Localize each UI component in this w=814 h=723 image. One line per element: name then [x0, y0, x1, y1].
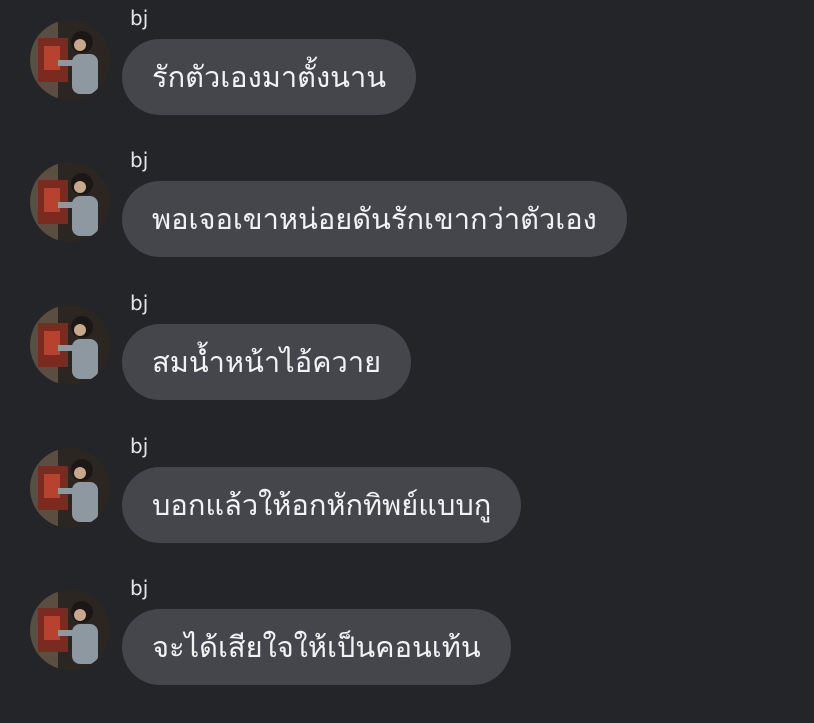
message-bubble[interactable]: จะได้เสียใจให้เป็นคอนเท้น: [122, 609, 511, 685]
sender-name: bj: [130, 434, 149, 458]
message-row: bj บอกแล้วให้อกหักทิพย์แบบกู: [0, 434, 814, 568]
sender-name: bj: [130, 6, 149, 30]
chat-thread: bj รักตัวเองมาตั้งนาน bj พอเจอเขาหน่อยดั…: [0, 0, 814, 723]
message-row: bj จะได้เสียใจให้เป็นคอนเท้น: [0, 576, 814, 710]
message-bubble[interactable]: สมน้ำหน้าไอ้ควาย: [122, 324, 412, 400]
avatar[interactable]: [30, 590, 110, 670]
message-bubble[interactable]: พอเจอเขาหน่อยดันรักเขากว่าตัวเอง: [122, 181, 627, 257]
message-bubble[interactable]: รักตัวเองมาตั้งนาน: [122, 39, 417, 115]
sender-name: bj: [130, 291, 149, 315]
message-row: bj สมน้ำหน้าไอ้ควาย: [0, 291, 814, 425]
sender-name: bj: [130, 148, 149, 172]
message-row: bj พอเจอเขาหน่อยดันรักเขากว่าตัวเอง: [0, 148, 814, 282]
avatar[interactable]: [30, 20, 110, 100]
avatar[interactable]: [30, 162, 110, 242]
message-row: bj รักตัวเองมาตั้งนาน: [0, 6, 814, 140]
avatar[interactable]: [30, 448, 110, 528]
message-bubble[interactable]: บอกแล้วให้อกหักทิพย์แบบกู: [122, 467, 522, 543]
avatar[interactable]: [30, 305, 110, 385]
sender-name: bj: [130, 576, 149, 600]
